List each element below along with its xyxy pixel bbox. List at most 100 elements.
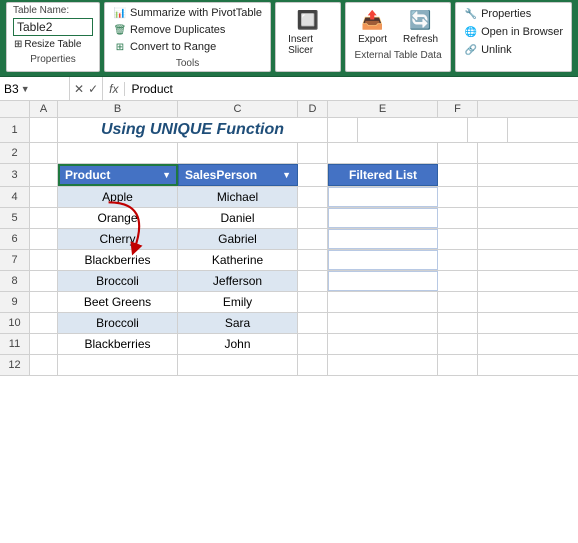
- cell-b7[interactable]: Blackberries: [58, 250, 178, 270]
- filtered-list-header: Filtered List: [349, 168, 417, 182]
- cell-a5[interactable]: [30, 208, 58, 228]
- cell-b8[interactable]: Broccoli: [58, 271, 178, 291]
- cell-f4[interactable]: [438, 187, 478, 207]
- col-header-a[interactable]: A: [30, 101, 58, 117]
- cell-c12[interactable]: [178, 355, 298, 375]
- cell-d3[interactable]: [298, 164, 328, 186]
- cell-c9[interactable]: Emily: [178, 292, 298, 312]
- cell-f12[interactable]: [438, 355, 478, 375]
- cell-f2[interactable]: [438, 143, 478, 163]
- cell-a4[interactable]: [30, 187, 58, 207]
- export-button[interactable]: 📤 Export: [354, 6, 391, 47]
- cell-a1[interactable]: [30, 118, 58, 142]
- cell-e11[interactable]: [328, 334, 438, 354]
- cell-c2[interactable]: [178, 143, 298, 163]
- cell-b10[interactable]: Broccoli: [58, 313, 178, 333]
- cell-d1[interactable]: [328, 118, 358, 142]
- cell-a3[interactable]: [30, 164, 58, 186]
- table-name-input[interactable]: [13, 18, 93, 36]
- cell-a8[interactable]: [30, 271, 58, 291]
- cell-e10[interactable]: [328, 313, 438, 333]
- cell-d5[interactable]: [298, 208, 328, 228]
- cell-c5[interactable]: Daniel: [178, 208, 298, 228]
- cell-c3[interactable]: SalesPerson ▼: [178, 164, 298, 186]
- resize-table-button[interactable]: ⊞ Resize Table: [13, 38, 93, 51]
- cell-b4[interactable]: Apple: [58, 187, 178, 207]
- cell-b2[interactable]: [58, 143, 178, 163]
- convert-range-label: Convert to Range: [130, 41, 216, 53]
- cell-a6[interactable]: [30, 229, 58, 249]
- cell-e7[interactable]: [328, 250, 438, 270]
- cell-f1[interactable]: [468, 118, 508, 142]
- cell-a7[interactable]: [30, 250, 58, 270]
- name-box-arrow[interactable]: ▼: [21, 84, 30, 94]
- cell-a11[interactable]: [30, 334, 58, 354]
- cell-a12[interactable]: [30, 355, 58, 375]
- cell-b9[interactable]: Beet Greens: [58, 292, 178, 312]
- col-header-b[interactable]: B: [58, 101, 178, 117]
- properties2-button[interactable]: 🔧 Properties: [462, 6, 565, 22]
- refresh-button[interactable]: 🔄 Refresh: [399, 6, 442, 47]
- open-browser-button[interactable]: 🌐 Open in Browser: [462, 24, 565, 40]
- cell-f5[interactable]: [438, 208, 478, 228]
- col-header-e[interactable]: E: [328, 101, 438, 117]
- remove-duplicates-button[interactable]: 🗑 Remove Duplicates: [111, 22, 264, 38]
- cell-f7[interactable]: [438, 250, 478, 270]
- cell-b12[interactable]: [58, 355, 178, 375]
- cell-a2[interactable]: [30, 143, 58, 163]
- cancel-icon[interactable]: ✕: [74, 82, 84, 96]
- cell-c6[interactable]: Gabriel: [178, 229, 298, 249]
- cell-a10[interactable]: [30, 313, 58, 333]
- cell-b3[interactable]: Product ▼: [58, 164, 178, 186]
- cell-e4[interactable]: [328, 187, 438, 207]
- cell-d8[interactable]: [298, 271, 328, 291]
- summarize-pivottable-button[interactable]: 📊 Summarize with PivotTable: [111, 5, 264, 21]
- convert-range-button[interactable]: ⊞ Convert to Range: [111, 39, 264, 55]
- cell-f6[interactable]: [438, 229, 478, 249]
- cell-d11[interactable]: [298, 334, 328, 354]
- cell-c11[interactable]: John: [178, 334, 298, 354]
- cell-e1[interactable]: [358, 118, 468, 142]
- cell-e9[interactable]: [328, 292, 438, 312]
- cell-f3[interactable]: [438, 164, 478, 186]
- cell-e8[interactable]: [328, 271, 438, 291]
- cell-e6[interactable]: [328, 229, 438, 249]
- cell-d7[interactable]: [298, 250, 328, 270]
- unlink-button[interactable]: 🔗 Unlink: [462, 42, 565, 58]
- salesperson-dropdown[interactable]: ▼: [282, 170, 291, 180]
- col-header-c[interactable]: C: [178, 101, 298, 117]
- insert-slicer-button[interactable]: 🔲 Insert Slicer: [284, 6, 332, 58]
- insert-slicer-label: Insert Slicer: [288, 34, 328, 56]
- cell-d9[interactable]: [298, 292, 328, 312]
- cell-d6[interactable]: [298, 229, 328, 249]
- cell-e5[interactable]: [328, 208, 438, 228]
- col-header-f[interactable]: F: [438, 101, 478, 117]
- cell-c10[interactable]: Sara: [178, 313, 298, 333]
- cell-e2[interactable]: [328, 143, 438, 163]
- cell-d2[interactable]: [298, 143, 328, 163]
- cell-d12[interactable]: [298, 355, 328, 375]
- summarize-label: Summarize with PivotTable: [130, 7, 262, 19]
- cell-d10[interactable]: [298, 313, 328, 333]
- row-11: 11 Blackberries John: [0, 334, 578, 355]
- cell-b11[interactable]: Blackberries: [58, 334, 178, 354]
- confirm-icon[interactable]: ✓: [88, 82, 98, 96]
- col-header-d[interactable]: D: [298, 101, 328, 117]
- cell-b5[interactable]: Orange: [58, 208, 178, 228]
- cell-c4[interactable]: Michael: [178, 187, 298, 207]
- product-dropdown[interactable]: ▼: [162, 170, 171, 180]
- cell-a9[interactable]: [30, 292, 58, 312]
- cell-e3[interactable]: Filtered List: [328, 164, 438, 186]
- cell-b6[interactable]: Cherry: [58, 229, 178, 249]
- cell-e12[interactable]: [328, 355, 438, 375]
- row-9: 9 Beet Greens Emily: [0, 292, 578, 313]
- cell-f9[interactable]: [438, 292, 478, 312]
- ribbon: Table Name: ⊞ Resize Table Properties 📊 …: [0, 0, 578, 77]
- cell-c7[interactable]: Katherine: [178, 250, 298, 270]
- cell-f8[interactable]: [438, 271, 478, 291]
- cell-d4[interactable]: [298, 187, 328, 207]
- cell-c8[interactable]: Jefferson: [178, 271, 298, 291]
- cell-f10[interactable]: [438, 313, 478, 333]
- name-box[interactable]: B3 ▼: [0, 77, 70, 100]
- cell-f11[interactable]: [438, 334, 478, 354]
